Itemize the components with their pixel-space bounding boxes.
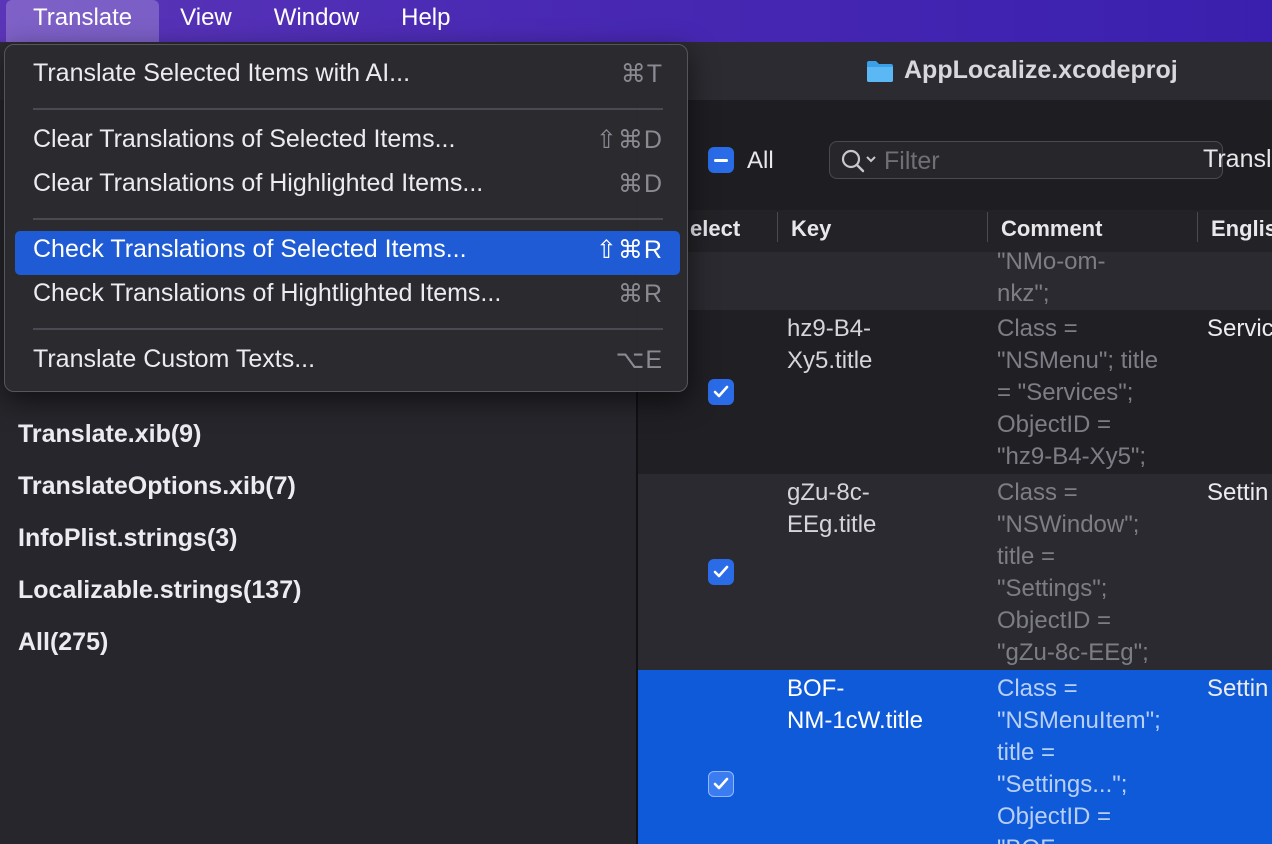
menu-window[interactable]: Window — [253, 0, 380, 42]
menu-item-label: Check Translations of Hightlighted Items… — [33, 279, 502, 307]
row-checkbox[interactable] — [708, 771, 734, 797]
column-select[interactable]: elect — [690, 216, 740, 242]
menu-item-shortcut: ⌘R — [617, 280, 663, 308]
filter-bar: All Transl — [638, 100, 1272, 210]
comment-cell: Class = "NSMenu"; title = "Services"; Ob… — [997, 315, 1159, 470]
english-cell: Servic — [1207, 315, 1272, 342]
menu-separator — [33, 108, 663, 110]
translate-button[interactable]: Transl — [1203, 145, 1272, 174]
window-title-text: AppLocalize.xcodeproj — [904, 56, 1178, 84]
menu-item-translate-selected-ai[interactable]: Translate Selected Items with AI... ⌘T — [15, 55, 680, 99]
table-row[interactable]: BOF- NM-1cW.title Class = "NSMenuItem"; … — [638, 670, 1272, 844]
table-row[interactable]: "NMo-om- nkz"; — [638, 252, 1272, 310]
menu-item-label: Translate Custom Texts... — [33, 345, 316, 373]
filter-input[interactable] — [882, 146, 1206, 176]
column-divider[interactable] — [777, 212, 778, 242]
sidebar-item-translate-xib[interactable]: Translate.xib(9) — [18, 420, 201, 449]
row-checkbox[interactable] — [708, 559, 734, 585]
key-cell: hz9-B4- Xy5.title — [787, 315, 873, 374]
folder-icon — [866, 59, 894, 83]
main-pane: All Transl elect Key Comment Englis "NMo… — [638, 100, 1272, 844]
table-header: elect Key Comment Englis — [638, 210, 1272, 253]
menu-item-label: Clear Translations of Selected Items... — [33, 125, 456, 153]
column-comment[interactable]: Comment — [1001, 216, 1102, 242]
menu-item-label: Translate Selected Items with AI... — [33, 59, 411, 87]
sidebar-item-infoplist-strings[interactable]: InfoPlist.strings(3) — [18, 524, 237, 553]
menu-bar: Translate View Window Help — [0, 0, 1272, 42]
key-cell: gZu-8c- EEg.title — [787, 479, 877, 538]
menu-item-label: Check Translations of Selected Items... — [33, 235, 467, 263]
column-divider[interactable] — [987, 212, 988, 242]
menu-item-shortcut: ⇧⌘R — [595, 236, 663, 264]
column-key[interactable]: Key — [791, 216, 831, 242]
menu-translate[interactable]: Translate — [6, 0, 160, 42]
menu-item-shortcut: ⌘D — [617, 170, 663, 198]
sidebar-item-all[interactable]: All(275) — [18, 628, 108, 657]
comment-cell: Class = "NSWindow"; title = "Settings"; … — [997, 479, 1149, 666]
menu-item-check-highlighted[interactable]: Check Translations of Hightlighted Items… — [15, 275, 680, 319]
column-english[interactable]: Englis — [1211, 216, 1272, 242]
menu-item-clear-selected[interactable]: Clear Translations of Selected Items... … — [15, 121, 680, 165]
menu-item-shortcut: ⌘T — [620, 60, 663, 88]
menu-item-translate-custom-texts[interactable]: Translate Custom Texts... ⌥E — [15, 341, 680, 385]
menu-separator — [33, 218, 663, 220]
table-row[interactable]: hz9-B4- Xy5.title Class = "NSMenu"; titl… — [638, 310, 1272, 474]
menu-item-label: Clear Translations of Highlighted Items.… — [33, 169, 484, 197]
comment-cell: "NMo-om- nkz"; — [997, 252, 1106, 307]
menu-item-shortcut: ⇧⌘D — [595, 126, 663, 154]
english-cell: Settin — [1207, 479, 1269, 506]
menu-help[interactable]: Help — [380, 0, 471, 42]
key-cell: BOF- NM-1cW.title — [787, 675, 924, 734]
menu-item-shortcut: ⌥E — [615, 346, 663, 374]
english-cell: Settin — [1207, 675, 1269, 702]
table-row[interactable]: gZu-8c- EEg.title Class = "NSWindow"; ti… — [638, 474, 1272, 670]
select-all-label: All — [747, 147, 774, 174]
translate-menu: Translate Selected Items with AI... ⌘T C… — [4, 44, 688, 392]
comment-cell: Class = "NSMenuItem"; title = "Settings.… — [997, 675, 1161, 844]
menu-view[interactable]: View — [159, 0, 253, 42]
menu-separator — [33, 328, 663, 330]
menu-item-check-selected[interactable]: Check Translations of Selected Items... … — [15, 231, 680, 275]
window-title: AppLocalize.xcodeproj — [866, 56, 1178, 85]
filter-field[interactable] — [829, 141, 1223, 179]
column-divider[interactable] — [1197, 212, 1198, 242]
sidebar-item-localizable-strings[interactable]: Localizable.strings(137) — [18, 576, 301, 605]
menu-item-clear-highlighted[interactable]: Clear Translations of Highlighted Items.… — [15, 165, 680, 209]
row-checkbox[interactable] — [708, 379, 734, 405]
select-all-checkbox[interactable] — [708, 147, 734, 173]
search-icon — [840, 148, 878, 179]
sidebar-item-translateoptions-xib[interactable]: TranslateOptions.xib(7) — [18, 472, 296, 501]
